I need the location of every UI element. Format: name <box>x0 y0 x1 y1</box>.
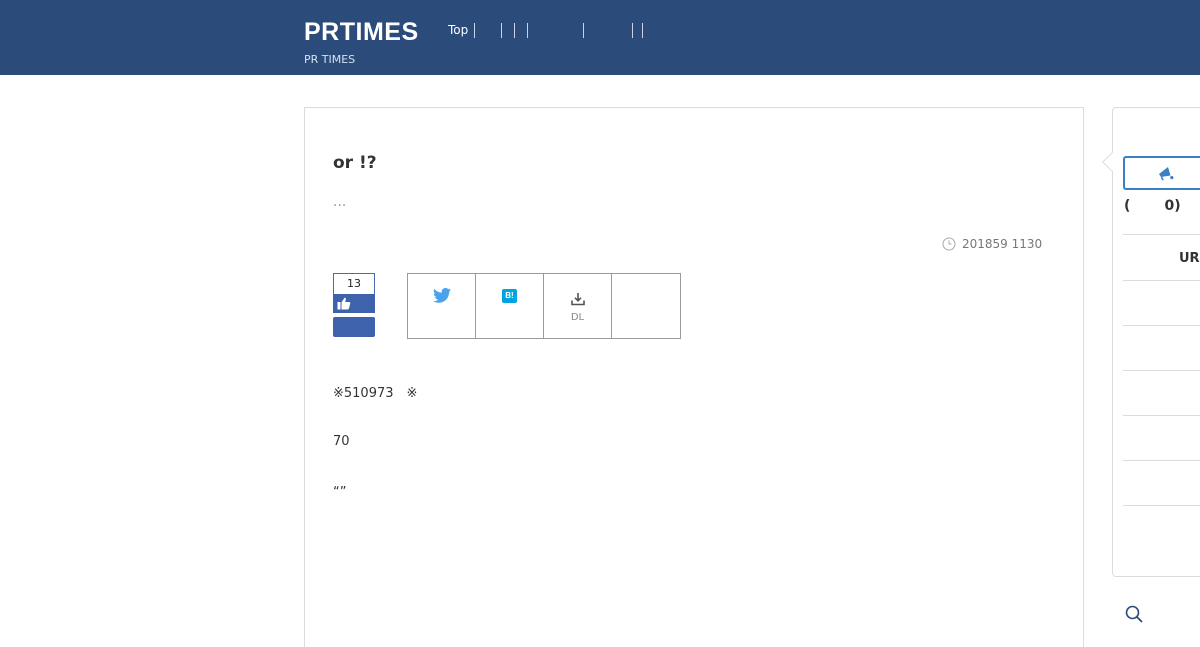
download-label: DL <box>570 312 585 323</box>
site-logo[interactable]: PRTIMES <box>304 18 419 47</box>
twitter-icon <box>432 288 451 303</box>
nav-separator <box>527 22 529 38</box>
share-toolbar: B! DL <box>407 273 681 339</box>
share-extra-button[interactable] <box>612 274 680 338</box>
nav-item-top[interactable]: Top <box>448 23 468 37</box>
nav-separator <box>632 22 634 38</box>
nav-separator <box>583 22 585 38</box>
hatena-bookmark-icon: B! <box>502 289 517 303</box>
nav-separator <box>514 22 516 38</box>
thumbs-up-icon <box>337 297 351 310</box>
article-body-paragraph: ※510973 ※ <box>333 386 418 401</box>
search-button[interactable] <box>1124 604 1144 624</box>
article-body-paragraph: 70 <box>333 434 350 449</box>
sidebar-divider <box>1123 370 1200 371</box>
sidebar-divider <box>1123 234 1200 235</box>
sidebar-divider <box>1123 415 1200 416</box>
download-icon <box>570 293 585 306</box>
global-nav: Top <box>448 22 644 38</box>
article-title: or !? <box>333 153 377 173</box>
nav-separator <box>474 22 476 38</box>
publish-date: 201859 1130 <box>942 237 1042 251</box>
share-twitter-button[interactable] <box>408 274 476 338</box>
share-hatena-button[interactable]: B! <box>476 274 544 338</box>
nav-separator <box>501 22 503 38</box>
publish-date-text: 201859 1130 <box>962 237 1043 251</box>
nav-separator <box>642 22 644 38</box>
like-button[interactable] <box>333 294 375 313</box>
sidebar-divider <box>1123 325 1200 326</box>
clock-icon <box>942 237 956 251</box>
follower-count: ( 0) <box>1124 198 1181 214</box>
download-button[interactable]: DL <box>544 274 612 338</box>
sidebar-divider <box>1123 505 1200 506</box>
sidebar-divider <box>1123 460 1200 461</box>
sidebar-url-label[interactable]: UR <box>1179 251 1200 266</box>
megaphone-icon <box>1159 167 1174 181</box>
share-facebook-button[interactable] <box>333 317 375 337</box>
article-subtitle: ... <box>333 194 347 210</box>
site-header: PRTIMES PR TIMES Top <box>0 0 1200 75</box>
search-icon <box>1125 605 1143 623</box>
like-count: 13 <box>333 273 375 294</box>
sidebar-pointer <box>1102 152 1122 172</box>
like-widget: 13 <box>333 273 375 337</box>
article-card: or !? ... 201859 1130 13 B! DL ※510973 ※… <box>304 107 1084 647</box>
article-body-paragraph: “” <box>333 485 347 500</box>
site-tagline: PR TIMES <box>304 53 356 66</box>
company-sidebar: ( 0) UR <box>1102 107 1200 577</box>
follow-button[interactable] <box>1123 156 1200 190</box>
sidebar-divider <box>1123 280 1200 281</box>
